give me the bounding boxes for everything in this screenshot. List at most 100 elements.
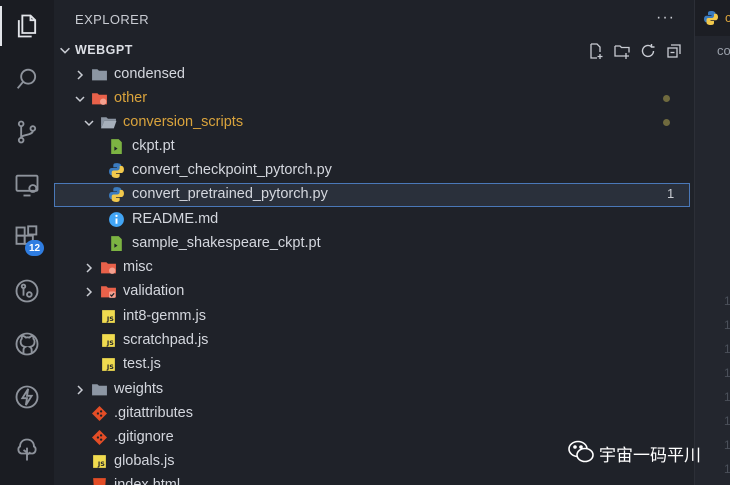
binary-file-icon [111,139,122,154]
folder-open-red-icon [92,93,107,105]
chevron-down-icon [84,120,94,127]
folder-open-icon [101,117,117,129]
explorer-activity-button[interactable] [7,6,47,46]
tree-file-gitattributes[interactable]: .gitattributes [54,402,690,426]
git-graph-activity-button[interactable] [7,271,47,311]
tree-file-sample-ckpt[interactable]: sample_shakespeare_ckpt.pt [54,232,690,256]
files-icon [17,14,37,38]
python-file-icon [704,11,718,25]
python-file-icon [109,187,124,202]
git-icon [91,405,108,422]
folder-red-icon [101,262,116,274]
tree-folder-misc[interactable]: misc [54,256,690,280]
refresh-icon [641,44,655,58]
editor-area: c co 1 1 1 1 1 1 1 1 [694,0,730,485]
modified-dot [663,95,670,102]
tree-file-scratchpad[interactable]: JS scratchpad.js [54,329,690,353]
source-control-activity-button[interactable] [7,112,47,152]
tree-activity-button[interactable] [7,430,47,470]
lightning-activity-button[interactable] [7,377,47,417]
tree-folder-weights[interactable]: weights [54,378,690,402]
git-icon [91,429,108,446]
tree-label: convert_checkpoint_pytorch.py [132,162,332,178]
new-folder-icon [614,45,630,59]
tree-label: sample_shakespeare_ckpt.pt [132,235,321,251]
html-file-icon [93,478,106,485]
line-number: 1 [724,366,730,380]
tree-label: index.html [114,477,181,485]
new-folder-button[interactable] [613,42,631,60]
python-file-icon [109,163,124,178]
binary-file-icon [111,236,122,251]
refresh-button[interactable] [639,42,657,60]
tree-file-int8-gemm[interactable]: JS int8-gemm.js [54,305,690,329]
line-number: 1 [724,294,730,308]
tree-label: weights [114,381,164,397]
tree-file-convert-pretrained[interactable]: convert_pretrained_pytorch.py 1 [54,183,690,207]
tree-label: scratchpad.js [123,332,209,348]
tree-label: test.js [123,356,161,372]
folder-icon [92,384,107,396]
chevron-right-icon [86,287,93,297]
tree-label: other [114,90,148,106]
new-file-button[interactable] [587,42,605,60]
tree-label: globals.js [114,453,175,469]
tree-file-ckpt[interactable]: ckpt.pt [54,135,690,159]
line-number: 1 [724,390,730,404]
info-icon [109,212,124,227]
tree-label: .gitignore [114,429,174,445]
active-indicator [0,6,2,46]
javascript-file-icon: JS [93,455,106,468]
svg-text:JS: JS [97,460,105,468]
editor-tab-label[interactable]: c [725,10,730,25]
tree-icon [17,438,37,461]
tree-file-readme[interactable]: README.md [54,208,690,232]
tree-file-convert-checkpoint[interactable]: convert_checkpoint_pytorch.py [54,159,690,183]
explorer-sidebar: EXPLORER ··· WEBGPT condensed other conv… [54,0,694,485]
watermark-text: 宇宙一码平川 [599,446,701,466]
explorer-title: EXPLORER [75,12,150,27]
chevron-right-icon [86,263,93,273]
wechat-logo-icon [568,440,594,463]
git-graph-icon [15,279,39,303]
search-activity-button[interactable] [7,59,47,99]
extensions-badge: 12 [25,240,44,256]
tree-file-test[interactable]: JS test.js [54,353,690,377]
remote-monitor-icon [15,174,39,197]
source-control-icon [17,120,37,144]
line-number: 1 [724,342,730,356]
svg-text:JS: JS [106,363,114,371]
tree-label: validation [123,283,185,299]
github-icon [15,332,39,356]
problem-count: 1 [667,186,675,201]
folder-icon [92,69,107,81]
chevron-down-icon [75,96,85,103]
svg-text:JS: JS [106,339,114,347]
new-file-icon [590,43,603,59]
tree-folder-other[interactable]: other [54,87,690,111]
tree-folder-validation[interactable]: validation [54,280,690,304]
github-activity-button[interactable] [7,324,47,364]
tree-label: convert_pretrained_pytorch.py [132,186,328,202]
tree-folder-conversion-scripts[interactable]: conversion_scripts [54,111,690,135]
javascript-file-icon: JS [102,334,115,347]
collapse-all-button[interactable] [665,42,683,60]
watermark: 宇宙一码平川 [565,437,725,469]
remote-explorer-activity-button[interactable] [7,165,47,205]
line-number: 1 [724,414,730,428]
tree-label: int8-gemm.js [123,308,206,324]
lightning-icon [15,385,39,409]
tree-label: condensed [114,66,185,82]
tree-label: .gitattributes [114,405,193,421]
line-number: 1 [724,318,730,332]
tree-folder-condensed[interactable]: condensed [54,63,690,87]
tree-file-index[interactable]: index.html [54,474,690,485]
more-actions-button[interactable]: ··· [656,9,675,27]
javascript-file-icon: JS [102,310,115,323]
activity-bar: 12 [0,0,54,485]
modified-dot [663,119,670,126]
collapse-all-icon [667,44,681,58]
breadcrumb-next[interactable]: co [717,43,730,58]
tree-label: misc [123,259,153,275]
tree-label: ckpt.pt [132,138,175,154]
